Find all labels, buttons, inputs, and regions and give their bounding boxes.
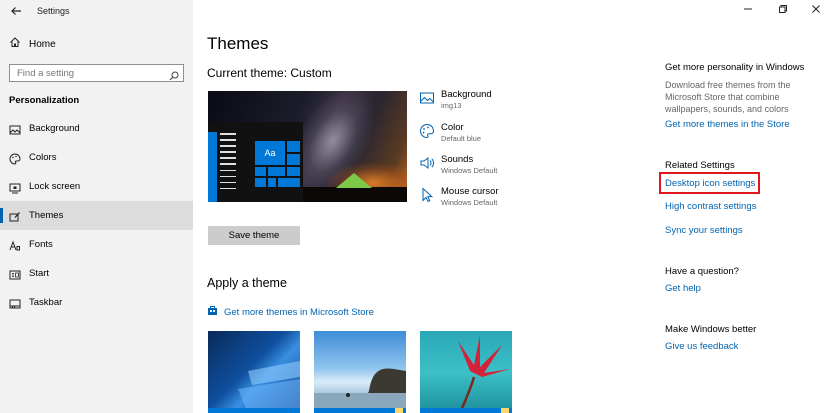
property-title: Color (441, 122, 464, 133)
sidebar-item-label: Taskbar (29, 297, 63, 308)
speaker-icon (419, 155, 435, 171)
get-help-link[interactable]: Get help (665, 283, 701, 294)
start-icon (9, 268, 21, 280)
property-sounds[interactable]: Sounds Windows Default (419, 154, 497, 176)
sidebar: Settings Home Personalization Background… (0, 0, 193, 413)
property-value: img13 (441, 101, 462, 110)
property-value: Windows Default (441, 198, 498, 207)
sync-settings-link[interactable]: Sync your settings (665, 225, 743, 236)
sidebar-item-label: Colors (29, 152, 57, 163)
store-link[interactable]: Get more themes in Microsoft Store (207, 303, 374, 321)
sidebar-item-fonts[interactable]: Fonts (0, 230, 193, 259)
lock-screen-icon (9, 181, 21, 193)
property-background[interactable]: Background img13 (419, 89, 492, 111)
cursor-icon (419, 187, 435, 203)
active-indicator (0, 208, 3, 223)
feedback-heading: Make Windows better (665, 324, 757, 335)
tent-image (336, 173, 372, 188)
store-icon (207, 303, 218, 321)
apply-theme-heading: Apply a theme (207, 276, 287, 290)
property-color[interactable]: Color Default blue (419, 122, 481, 144)
search-input[interactable] (17, 67, 167, 79)
sidebar-item-start[interactable]: Start (0, 259, 193, 288)
fonts-icon (9, 239, 21, 251)
search-box[interactable] (9, 64, 184, 82)
question-heading: Have a question? (665, 266, 739, 277)
theme-thumbnail-flower[interactable] (420, 331, 512, 413)
theme-preview: Aa (208, 91, 407, 202)
sidebar-item-label: Background (29, 123, 80, 134)
property-title: Mouse cursor (441, 186, 499, 197)
sidebar-item-colors[interactable]: Colors (0, 143, 193, 172)
search-icon[interactable] (169, 68, 179, 86)
property-value: Windows Default (441, 166, 498, 175)
related-settings-heading: Related Settings (665, 160, 735, 171)
minimize-icon[interactable] (743, 4, 753, 17)
sidebar-item-label: Lock screen (29, 181, 81, 192)
beach-image (314, 368, 406, 413)
home-icon (9, 35, 21, 53)
image-icon (419, 90, 435, 106)
theme-thumbnail-beach[interactable] (314, 331, 406, 413)
close-icon[interactable] (811, 4, 821, 17)
restore-icon[interactable] (778, 4, 788, 17)
get-more-themes-link[interactable]: Get more themes in the Store (665, 119, 790, 130)
property-title: Background (441, 89, 492, 100)
page-title: Themes (207, 34, 269, 53)
personality-text: Download free themes from the Microsoft … (665, 80, 791, 114)
window-title: Settings (37, 6, 70, 16)
sidebar-item-taskbar[interactable]: Taskbar (0, 288, 193, 317)
sidebar-item-label: Themes (29, 210, 64, 221)
sidebar-item-background[interactable]: Background (0, 114, 193, 143)
palette-icon (9, 152, 21, 165)
sidebar-item-label: Start (29, 268, 50, 279)
main-content: Themes Current theme: Custom Aa Backgrou… (193, 0, 825, 413)
high-contrast-settings-link[interactable]: High contrast settings (665, 201, 756, 212)
themes-brush-icon (9, 210, 21, 222)
windows-logo-image (238, 361, 300, 413)
theme-thumbnail-windows[interactable] (208, 331, 300, 413)
home-label: Home (29, 38, 56, 50)
palette-icon (419, 123, 435, 139)
property-value: Default blue (441, 134, 482, 143)
home-link[interactable]: Home (9, 37, 56, 51)
image-icon (9, 123, 21, 135)
feedback-link[interactable]: Give us feedback (665, 341, 738, 352)
sidebar-item-themes[interactable]: Themes (0, 201, 193, 230)
property-title: Sounds (441, 154, 474, 165)
sidebar-item-lock-screen[interactable]: Lock screen (0, 172, 193, 201)
current-theme-heading: Current theme: Custom (207, 66, 332, 80)
back-arrow-icon[interactable] (10, 4, 22, 16)
title-bar: Settings (0, 0, 193, 22)
taskbar-icon (9, 297, 21, 309)
property-mouse-cursor[interactable]: Mouse cursor Windows Default (419, 186, 499, 208)
desktop-icon-settings-link[interactable]: Desktop icon settings (665, 178, 755, 189)
save-theme-button[interactable]: Save theme (208, 226, 300, 245)
store-link-label: Get more themes in Microsoft Store (224, 306, 374, 318)
preview-tile: Aa (255, 141, 285, 165)
personality-heading: Get more personality in Windows (665, 62, 805, 73)
sidebar-item-label: Fonts (29, 239, 53, 250)
flower-image (458, 335, 510, 413)
section-heading: Personalization (9, 95, 80, 106)
